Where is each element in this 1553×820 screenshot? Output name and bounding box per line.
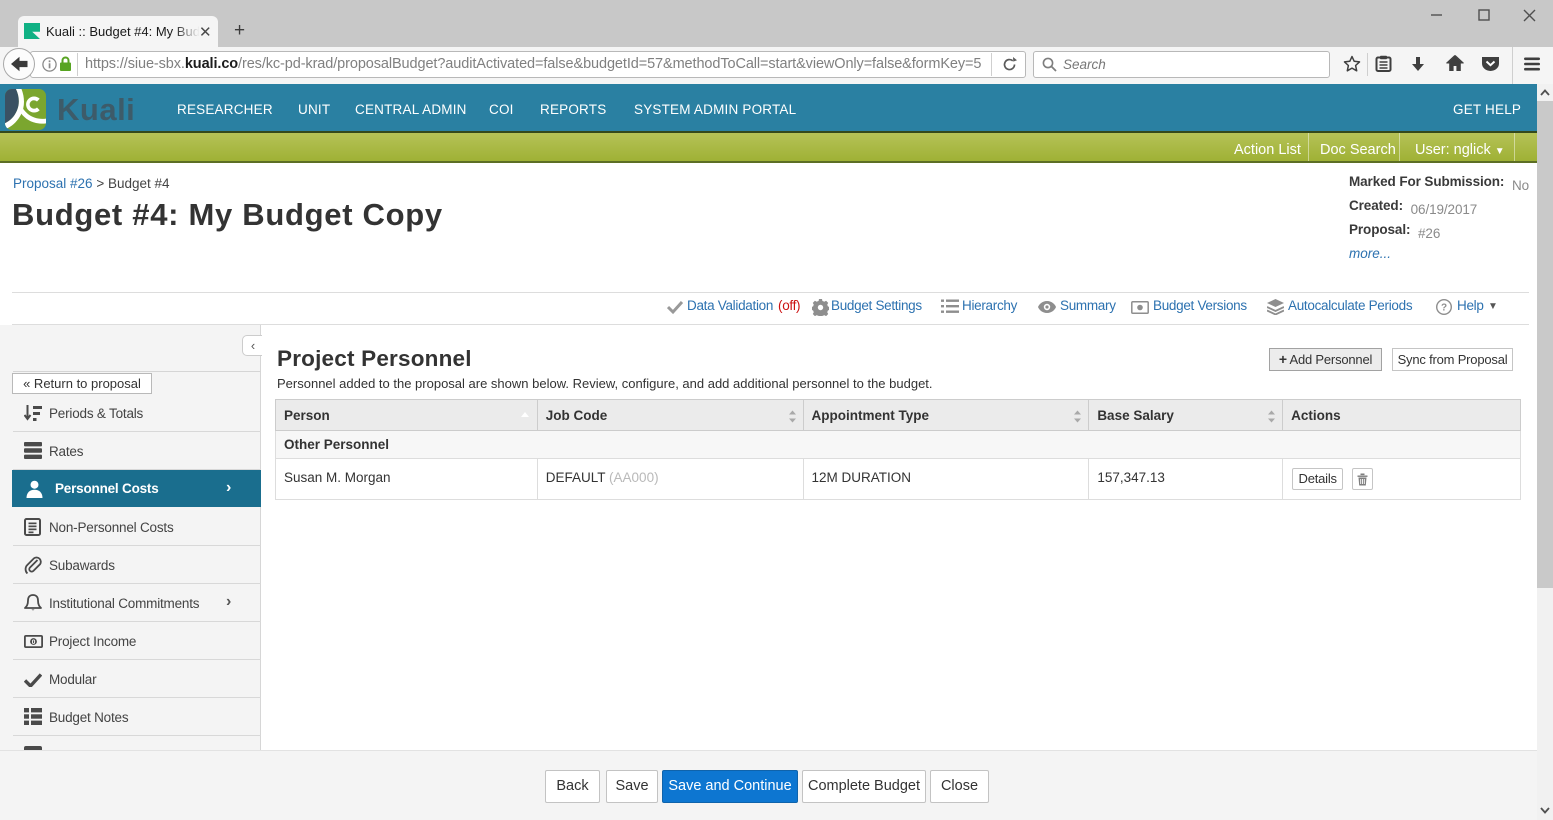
svg-text:0: 0 [32, 639, 36, 646]
svg-text:?: ? [1441, 303, 1447, 314]
